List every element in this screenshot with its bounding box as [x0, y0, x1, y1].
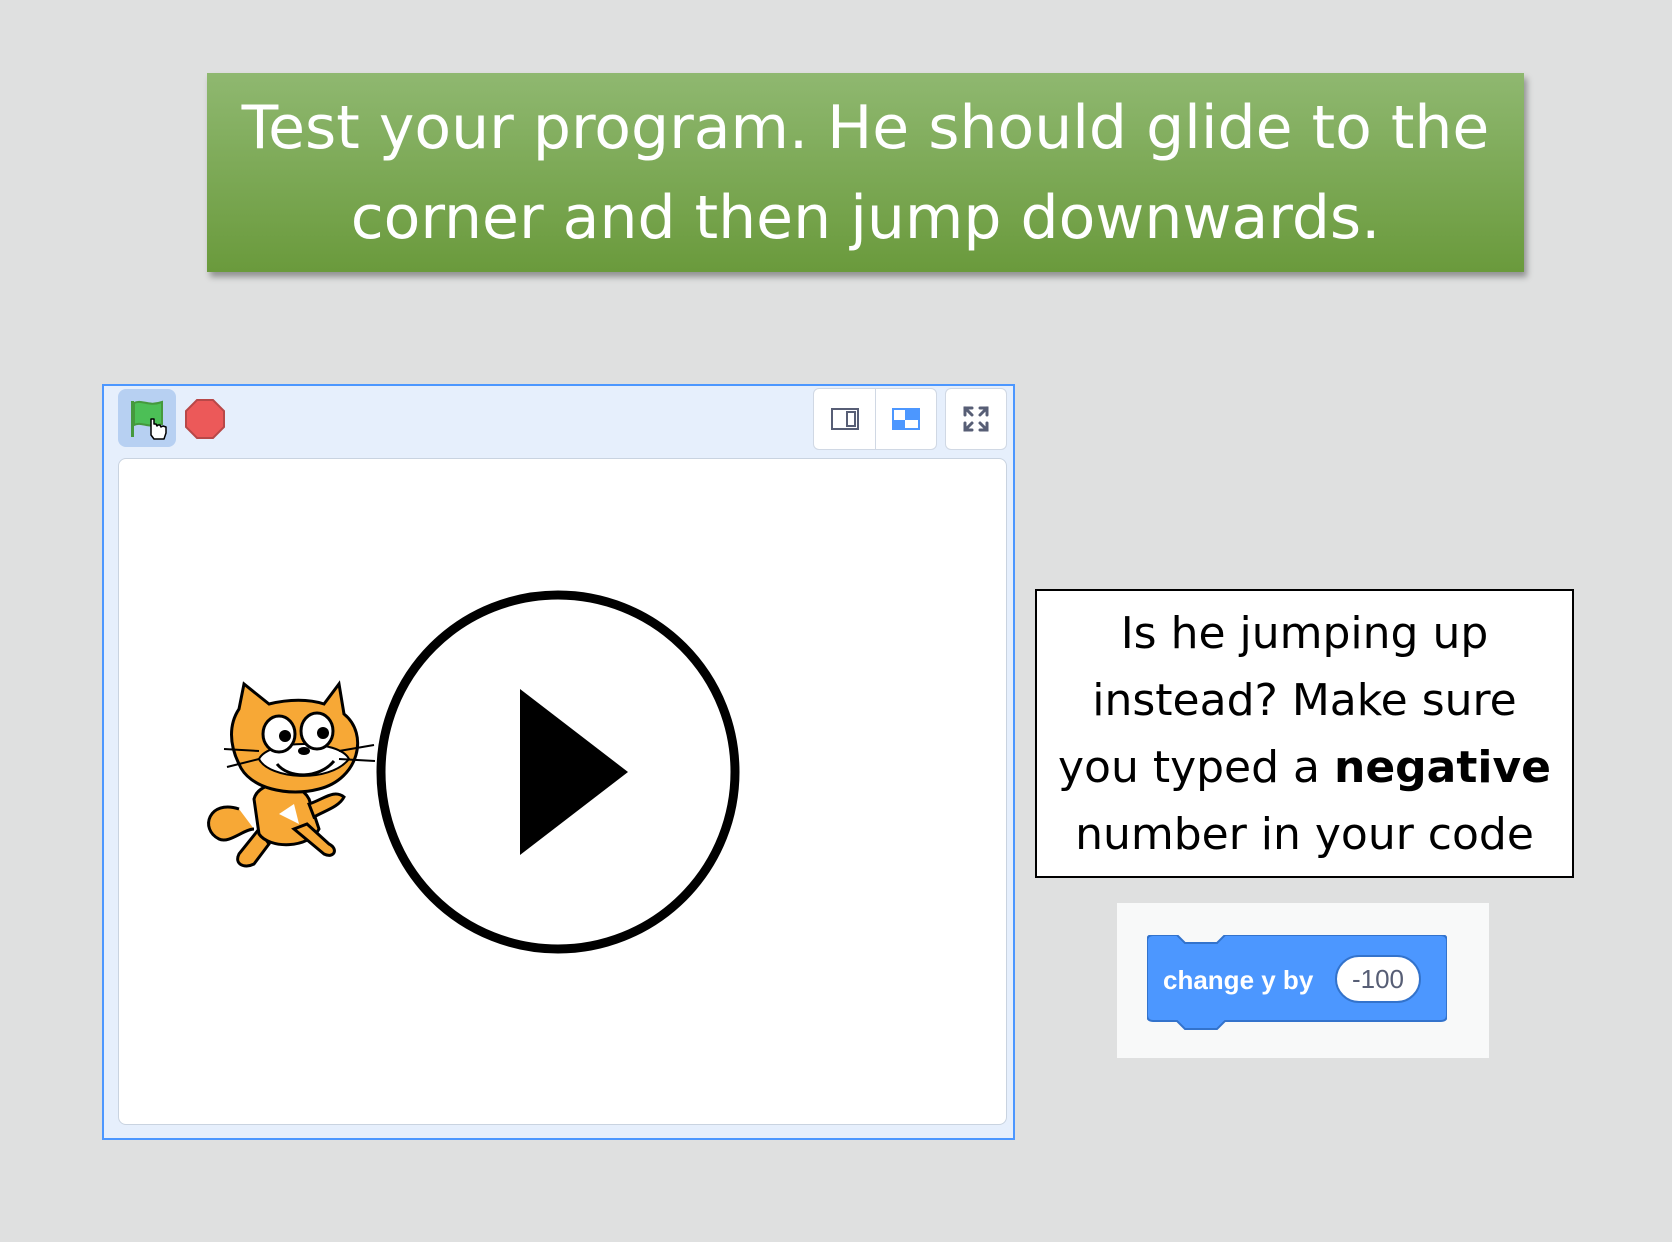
block-value-input[interactable]: -100	[1335, 955, 1421, 1003]
stage-panel	[102, 384, 1015, 1140]
block-label: change y by	[1163, 965, 1314, 995]
code-block-example: change y by -100	[1117, 903, 1489, 1058]
green-flag-icon	[131, 400, 167, 440]
hint-emphasis: negative	[1334, 741, 1551, 793]
hint-line-2: instead? Make sure	[1092, 674, 1517, 726]
play-overlay-icon[interactable]	[375, 589, 741, 955]
scratch-cat-sprite[interactable]	[199, 679, 385, 879]
banner-line-2: corner and then jump downwards.	[350, 182, 1381, 253]
normal-stage-icon	[891, 408, 920, 430]
banner-line-1: Test your program. He should glide to th…	[241, 92, 1490, 163]
green-flag-button[interactable]	[118, 389, 176, 447]
hint-line-3-prefix: you typed a	[1058, 741, 1334, 793]
fullscreen-button[interactable]	[945, 388, 1007, 450]
hint-line-1: Is he jumping up	[1120, 607, 1489, 659]
stop-button[interactable]	[184, 398, 226, 440]
stage-canvas[interactable]	[118, 458, 1007, 1125]
hint-line-4: number in your code	[1075, 808, 1534, 860]
normal-stage-button[interactable]	[875, 389, 936, 449]
stage-size-toggle	[813, 388, 937, 450]
hint-line-3: you typed a negative	[1058, 734, 1551, 801]
instruction-banner: Test your program. He should glide to th…	[207, 73, 1524, 272]
stop-icon	[185, 399, 225, 439]
small-stage-button[interactable]	[814, 389, 876, 449]
small-stage-icon	[830, 408, 859, 430]
hint-callout: Is he jumping up instead? Make sure you …	[1035, 589, 1574, 878]
fullscreen-icon	[963, 406, 989, 432]
